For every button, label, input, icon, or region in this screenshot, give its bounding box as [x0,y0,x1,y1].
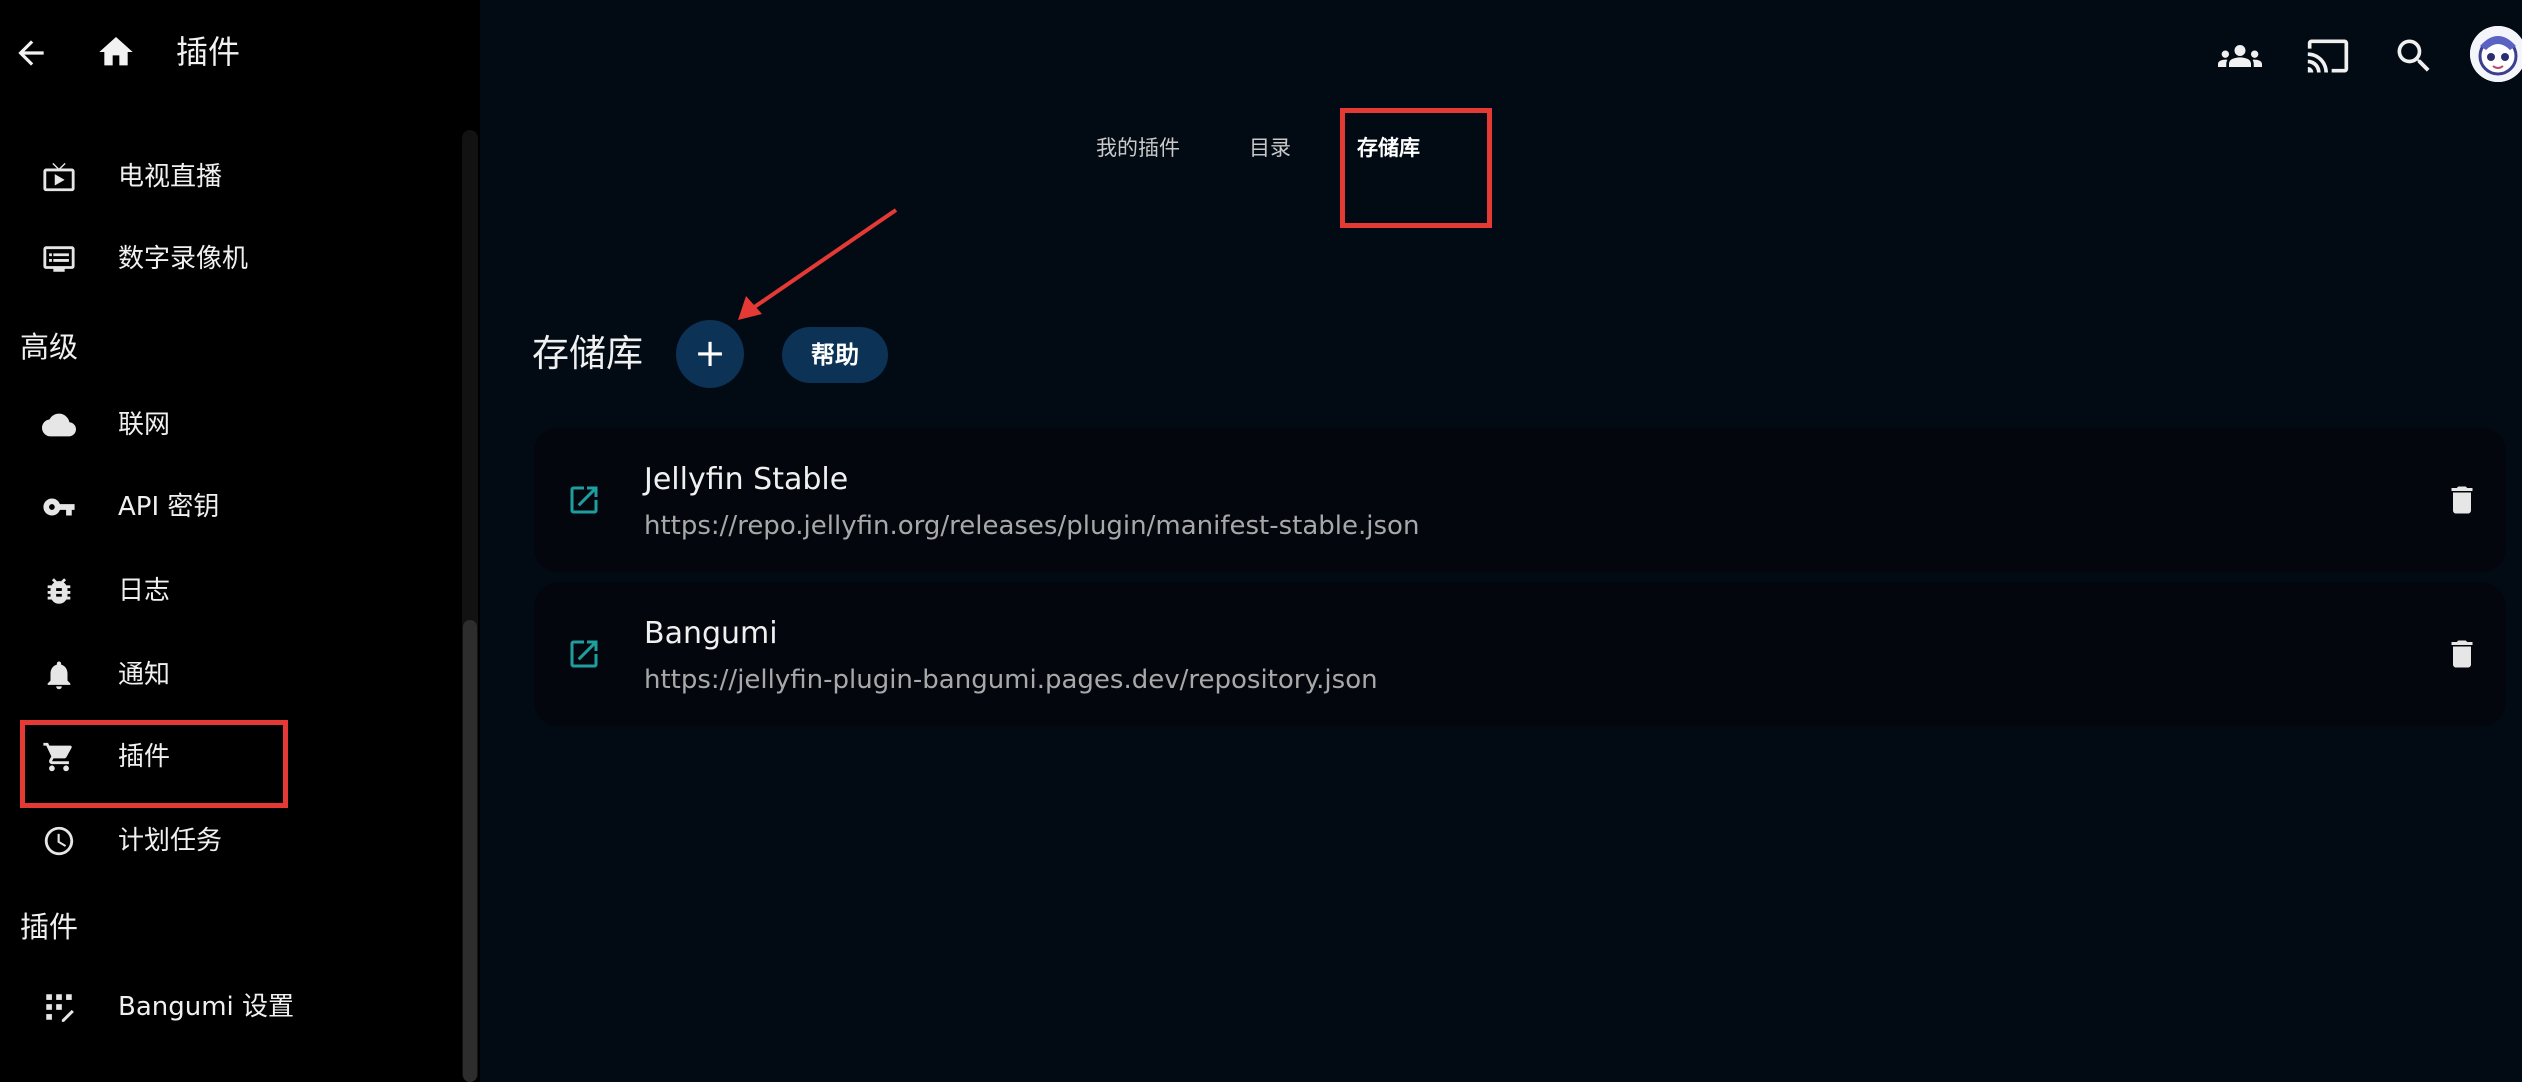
repository-card: Bangumi https://jellyfin-plugin-bangumi.… [534,582,2506,726]
sidebar-item-notifications[interactable]: 通知 [0,640,460,710]
avatar[interactable] [2470,26,2522,82]
live-tv-icon [43,162,75,192]
repository-url: https://repo.jellyfin.org/releases/plugi… [644,511,1420,541]
open-in-new-icon[interactable] [566,636,602,672]
bug-icon [47,578,71,604]
page-title: 存储库 [532,332,643,375]
grid-settings-icon [46,994,74,1022]
sidebar-item-label: 插件 [118,742,171,772]
sidebar-item-bangumi-settings[interactable]: Bangumi 设置 [0,972,460,1042]
page-header-title: 插件 [176,33,241,71]
users-icon[interactable] [2218,34,2262,78]
repository-name: Jellyfin Stable [644,462,849,497]
repository-name: Bangumi [644,616,778,651]
key-icon [43,498,75,516]
app-root: 插件 电视直播 数字录像机 高级 联网 API 密钥 日志 通知 插件 计划任务… [0,0,2522,1082]
annotation-arrow [738,208,898,320]
sidebar-item-label: 日志 [118,576,171,606]
section-heading-advanced: 高级 [20,330,79,364]
sidebar-item-dvr[interactable]: 数字录像机 [0,224,460,294]
clock-icon [44,826,74,856]
tab-my-plugins[interactable]: 我的插件 [1096,133,1180,163]
cart-icon [43,742,72,772]
sidebar-item-plugins[interactable]: 插件 [0,722,460,792]
sidebar-item-label: 电视直播 [118,162,223,192]
cast-icon[interactable] [2306,34,2350,78]
tab-repositories[interactable]: 存储库 [1357,133,1420,163]
sidebar-item-label: 通知 [118,660,171,690]
sidebar-item-networking[interactable]: 联网 [0,390,460,460]
sidebar-header: 插件 [0,0,480,106]
trash-icon[interactable] [2444,634,2480,674]
sidebar-item-scheduled-tasks[interactable]: 计划任务 [0,806,460,876]
avatar-image [2470,26,2522,82]
add-repository-button[interactable]: + [676,320,744,388]
section-heading-plugins: 插件 [20,910,79,944]
bell-icon [47,661,71,690]
sidebar-item-label: API 密钥 [118,492,220,522]
sidebar-scrollbar-thumb[interactable] [463,620,477,1082]
trash-icon[interactable] [2444,480,2480,520]
highlight-box-repositories-tab [1340,108,1492,228]
tab-catalog[interactable]: 目录 [1249,133,1291,163]
dvr-icon [43,246,75,272]
open-in-new-icon[interactable] [566,482,602,518]
sidebar-item-label: 数字录像机 [118,244,249,274]
sidebar-item-label: Bangumi 设置 [118,992,295,1022]
arrow-left-icon[interactable] [12,34,50,72]
sidebar-item-api-keys[interactable]: API 密钥 [0,472,460,542]
sidebar: 插件 电视直播 数字录像机 高级 联网 API 密钥 日志 通知 插件 计划任务… [0,0,480,1082]
sidebar-item-label: 联网 [118,410,171,440]
search-icon[interactable] [2392,34,2436,78]
repository-url: https://jellyfin-plugin-bangumi.pages.de… [644,665,1378,695]
sidebar-item-live-tv[interactable]: 电视直播 [0,142,460,212]
home-icon[interactable] [96,32,136,72]
sidebar-item-logs[interactable]: 日志 [0,556,460,626]
sidebar-item-label: 计划任务 [118,826,223,856]
help-button[interactable]: 帮助 [782,327,888,383]
cloud-icon [42,413,76,437]
repository-card: Jellyfin Stable https://repo.jellyfin.or… [534,428,2506,572]
